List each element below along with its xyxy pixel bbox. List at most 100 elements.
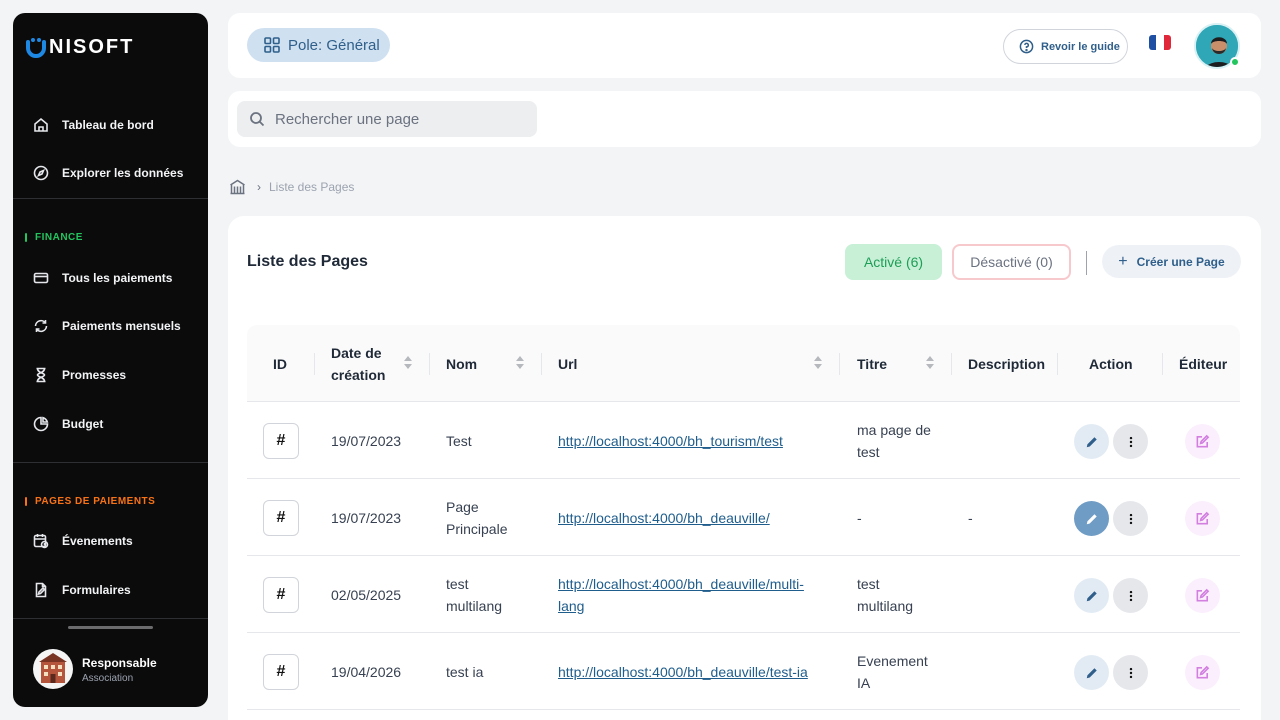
pie-chart-icon	[33, 416, 49, 432]
open-editor-button[interactable]	[1185, 501, 1220, 536]
table-row[interactable]: # 19/07/2023 Page Principale http://loca…	[247, 479, 1240, 556]
row-id-button[interactable]: #	[263, 577, 299, 613]
pages-card: Liste des Pages Activé (6) Désactivé (0)…	[228, 216, 1261, 720]
filter-inactive-chip[interactable]: Désactivé (0)	[952, 244, 1071, 280]
column-divider	[429, 353, 430, 375]
edit-button[interactable]	[1074, 424, 1109, 459]
column-divider	[1162, 353, 1163, 375]
column-label: Action	[1089, 355, 1133, 372]
sidebar-item-explore[interactable]: Explorer les données	[13, 155, 208, 191]
more-vertical-icon	[1129, 667, 1132, 678]
sidebar-item-dashboard[interactable]: Tableau de bord	[13, 107, 208, 143]
sidebar-item-label: Explorer les données	[62, 166, 184, 180]
row-date: 02/05/2025	[331, 586, 402, 603]
more-options-button[interactable]	[1113, 424, 1148, 459]
table-row[interactable]: # 02/05/2025 test multilang http://local…	[247, 556, 1240, 633]
sidebar-item-events[interactable]: Évenements	[13, 523, 208, 559]
row-date: 19/04/2026	[331, 663, 402, 680]
brand-logo[interactable]: NISOFT	[25, 33, 134, 61]
section-marker	[25, 497, 27, 506]
row-id-button[interactable]: #	[263, 500, 299, 536]
row-url-link[interactable]: http://localhost:4000/bh_tourism/test	[558, 430, 783, 452]
breadcrumb-current: Liste des Pages	[269, 180, 355, 194]
top-header: Pole: Général Revoir le guide	[228, 13, 1261, 78]
column-header-date[interactable]: Date de création	[331, 325, 431, 402]
row-title: -	[857, 509, 862, 526]
column-label: Titre	[857, 355, 888, 372]
sidebar-item-promises[interactable]: Promesses	[13, 357, 208, 393]
column-divider	[314, 353, 315, 375]
sort-url-icon[interactable]	[814, 356, 822, 370]
column-header-id[interactable]: ID	[273, 325, 287, 402]
institution-icon[interactable]	[229, 179, 246, 195]
pole-selector-button[interactable]: Pole: Général	[247, 28, 390, 62]
sidebar-divider	[13, 198, 208, 199]
credit-card-icon	[33, 270, 49, 286]
section-title-payment-pages: PAGES DE PAIEMENTS	[25, 496, 155, 507]
column-header-action: Action	[1089, 325, 1133, 402]
sidebar-item-budget[interactable]: Budget	[13, 406, 208, 442]
open-editor-button[interactable]	[1185, 578, 1220, 613]
row-name: Page Principale	[446, 498, 508, 537]
compass-icon	[33, 165, 49, 181]
row-name: Test	[446, 432, 472, 449]
sidebar-item-label: Budget	[62, 417, 104, 431]
column-divider	[541, 353, 542, 375]
row-id-button[interactable]: #	[263, 654, 299, 690]
sidebar-item-forms[interactable]: Formulaires	[13, 572, 208, 608]
pencil-icon	[1086, 590, 1097, 601]
sidebar-item-label: Paiements mensuels	[62, 319, 181, 333]
more-options-button[interactable]	[1113, 578, 1148, 613]
pole-label: Pole: Général	[288, 36, 380, 54]
sidebar-scroll-handle[interactable]	[68, 626, 153, 629]
column-label: Url	[558, 355, 578, 372]
toolbar-divider	[1086, 251, 1087, 275]
sidebar-item-monthly-payments[interactable]: Paiements mensuels	[13, 308, 208, 344]
edit-button[interactable]	[1074, 655, 1109, 690]
open-editor-button[interactable]	[1185, 655, 1220, 690]
sort-title-icon[interactable]	[926, 356, 934, 370]
more-options-button[interactable]	[1113, 655, 1148, 690]
sidebar-user[interactable]: Responsable Association	[13, 618, 208, 707]
pencil-icon	[1086, 436, 1097, 447]
table-row[interactable]: # 19/04/2026 test ia http://localhost:40…	[247, 633, 1240, 710]
sort-name-icon[interactable]	[516, 356, 524, 370]
edit-button[interactable]	[1074, 501, 1109, 536]
row-id-button[interactable]: #	[263, 423, 299, 459]
user-role: Association	[82, 673, 134, 684]
table-row[interactable]: # 19/07/2023 Test http://localhost:4000/…	[247, 402, 1240, 479]
column-label: ID	[273, 355, 287, 372]
sort-date-icon[interactable]	[404, 356, 412, 370]
row-url: http://localhost:4000/bh_deauville/	[558, 479, 828, 556]
edit-square-icon	[1196, 434, 1210, 448]
search-field[interactable]	[237, 101, 537, 137]
column-header-name[interactable]: Nom	[446, 325, 477, 402]
open-editor-button[interactable]	[1185, 424, 1220, 459]
sidebar-item-all-payments[interactable]: Tous les paiements	[13, 260, 208, 296]
row-url: http://localhost:4000/bh_deauville/test-…	[558, 633, 828, 710]
guide-button[interactable]: Revoir le guide	[1003, 29, 1128, 64]
column-header-url[interactable]: Url	[558, 325, 577, 402]
more-options-button[interactable]	[1113, 501, 1148, 536]
row-url-link[interactable]: http://localhost:4000/bh_deauville/test-…	[558, 661, 808, 683]
row-name: test multilang	[446, 575, 503, 614]
edit-button[interactable]	[1074, 578, 1109, 613]
search-input[interactable]	[275, 110, 515, 128]
sidebar: NISOFT Tableau de bord Explorer les donn…	[13, 13, 208, 707]
fr-flag-icon[interactable]	[1149, 35, 1171, 50]
row-url-link[interactable]: http://localhost:4000/bh_deauville/	[558, 507, 770, 529]
sidebar-item-label: Promesses	[62, 368, 127, 382]
row-date: 19/07/2023	[331, 432, 402, 449]
row-url-link[interactable]: http://localhost:4000/bh_deauville/multi…	[558, 573, 823, 617]
column-header-description[interactable]: Description	[968, 325, 1045, 402]
sidebar-item-label: Tableau de bord	[62, 118, 154, 132]
edit-square-icon	[1196, 511, 1210, 525]
edit-square-icon	[1196, 665, 1210, 679]
create-page-button[interactable]: + Créer une Page	[1102, 245, 1241, 278]
column-label: Éditeur	[1179, 355, 1228, 372]
create-page-label: Créer une Page	[1136, 254, 1225, 269]
filter-active-chip[interactable]: Activé (6)	[845, 244, 942, 280]
section-marker	[25, 233, 27, 242]
section-title-text: PAGES DE PAIEMENTS	[35, 496, 156, 507]
column-header-title[interactable]: Titre	[857, 325, 887, 402]
